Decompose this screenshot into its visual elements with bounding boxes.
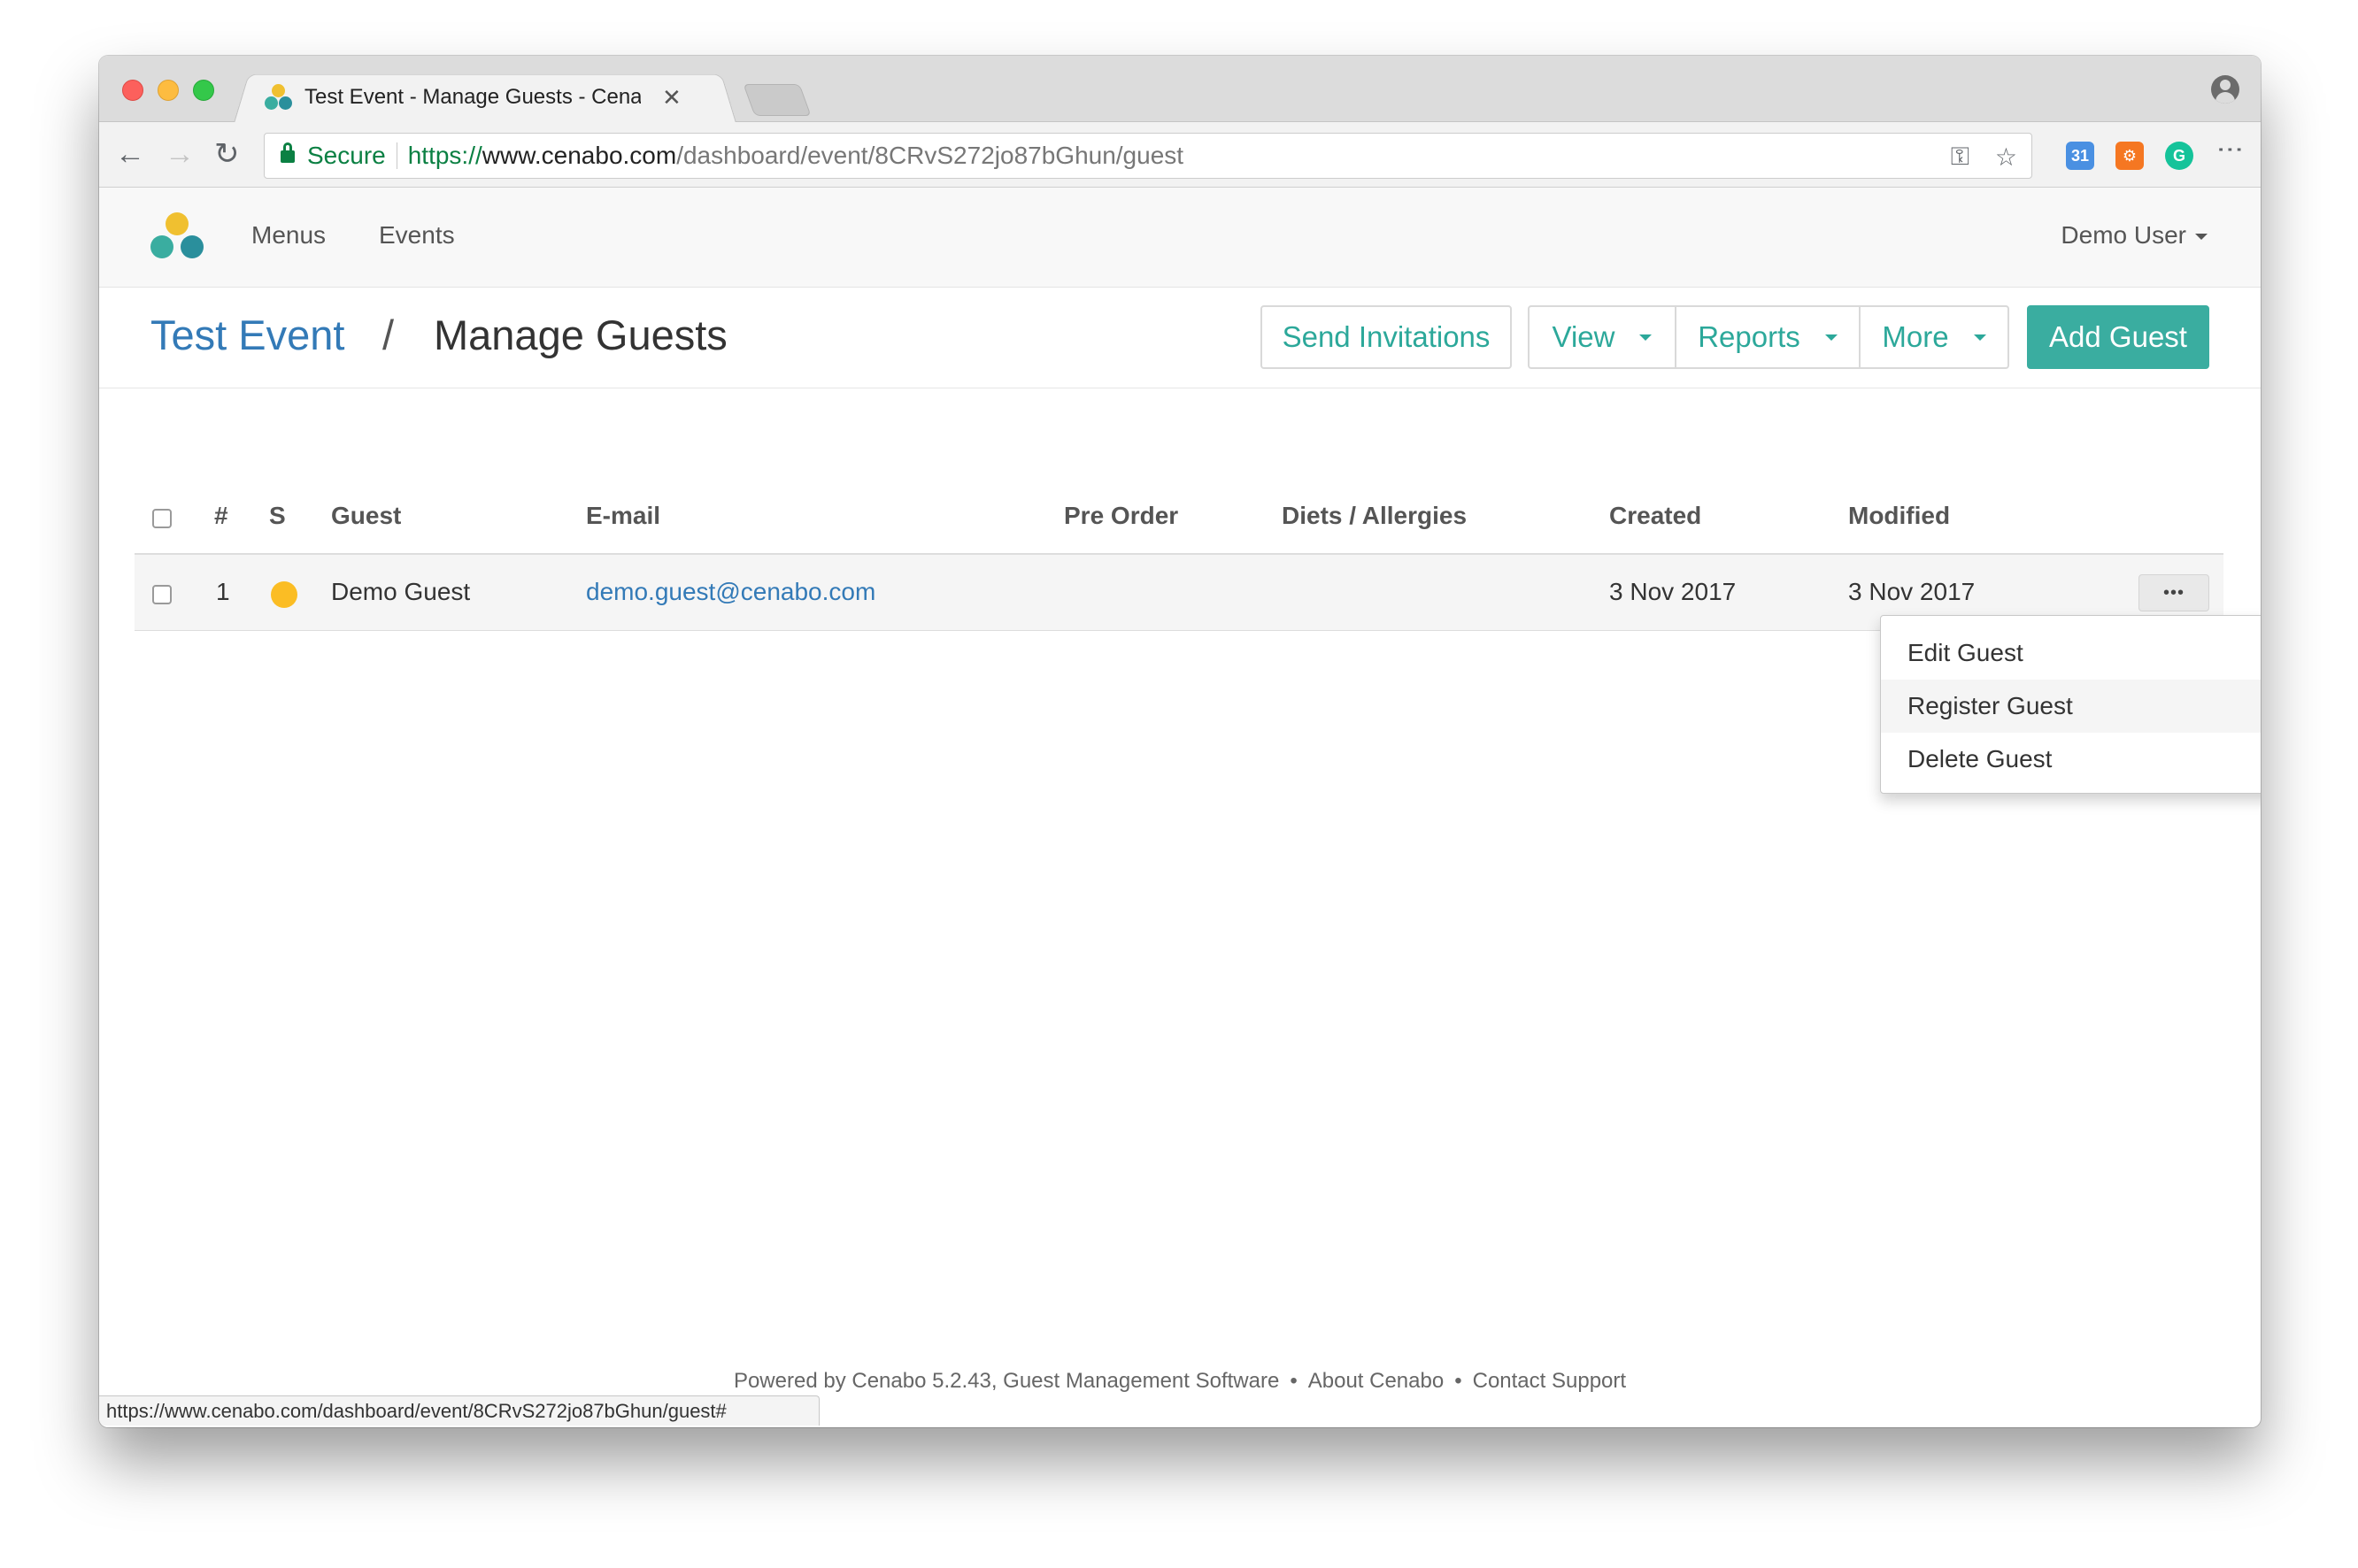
close-window-button[interactable] (122, 80, 143, 101)
add-guest-button[interactable]: Add Guest (2027, 305, 2209, 369)
powered-by-text: Powered by Cenabo 5.2.43, Guest Manageme… (733, 1369, 1280, 1393)
user-menu[interactable]: Demo User (2061, 221, 2208, 250)
send-invitations-button[interactable]: Send Invitations (1260, 305, 1512, 369)
view-label: View (1552, 320, 1615, 353)
page-header: Test Event / Manage Guests Send Invitati… (99, 288, 2261, 388)
register-guest-menu-item[interactable]: Register Guest (1881, 680, 2261, 733)
grammarly-extension-icon[interactable]: G (2165, 142, 2193, 170)
column-header-created[interactable]: Created (1609, 502, 1701, 530)
nav-events-link[interactable]: Events (379, 221, 455, 250)
browser-tab[interactable]: Test Event - Manage Guests - Cenabo ✕ (251, 72, 729, 123)
add-guest-label: Add Guest (2049, 320, 2187, 353)
column-header-email[interactable]: E-mail (586, 502, 660, 530)
column-header-status: S (269, 502, 286, 529)
row-actions-dropdown: Edit Guest Register Guest Delete Guest (1880, 615, 2261, 794)
column-header-diets[interactable]: Diets / Allergies (1282, 502, 1467, 530)
page-title: Manage Guests (434, 311, 728, 358)
row-actions-button[interactable]: ••• (2138, 574, 2209, 611)
delete-guest-label: Delete Guest (1907, 745, 2053, 772)
footer-bullet: • (1290, 1369, 1298, 1393)
column-header-modified[interactable]: Modified (1848, 502, 1950, 530)
modified-date: 3 Nov 2017 (1848, 578, 1976, 605)
url-path: /dashboard/event/8CRvS272jo87bGhun/guest (676, 142, 1184, 169)
browser-status-bar: https://www.cenabo.com/dashboard/event/8… (99, 1395, 820, 1426)
reports-label: Reports (1698, 320, 1800, 353)
nav-menus-link[interactable]: Menus (251, 221, 326, 250)
back-arrow-icon[interactable]: ← (115, 135, 145, 173)
app-navbar: Menus Events Demo User (99, 188, 2261, 288)
guest-email-link[interactable]: demo.guest@cenabo.com (586, 578, 875, 606)
ellipsis-icon: ••• (2162, 582, 2185, 603)
zoom-window-button[interactable] (193, 80, 214, 101)
secure-label: Secure (307, 142, 386, 169)
bookmark-star-icon[interactable]: ☆ (1995, 142, 2017, 172)
chevron-down-icon (1824, 334, 1838, 341)
hubspot-extension-icon[interactable]: ⚙ (2115, 142, 2144, 170)
delete-guest-menu-item[interactable]: Delete Guest (1881, 733, 2261, 786)
more-dropdown-button[interactable]: More (1859, 305, 2009, 369)
breadcrumb-event-link[interactable]: Test Event (150, 311, 344, 359)
browser-menu-icon[interactable]: ⋮ (2215, 136, 2245, 163)
more-label: More (1882, 320, 1949, 353)
register-guest-label: Register Guest (1907, 692, 2073, 719)
column-header-pre-order[interactable]: Pre Order (1064, 502, 1178, 530)
user-name: Demo User (2061, 221, 2186, 249)
reports-dropdown-button[interactable]: Reports (1675, 305, 1861, 369)
send-invitations-label: Send Invitations (1282, 320, 1491, 353)
row-checkbox[interactable] (152, 585, 172, 604)
url-scheme: https:// (407, 142, 482, 169)
tab-strip: Test Event - Manage Guests - Cenabo ✕ (99, 56, 2261, 123)
reload-icon[interactable]: ↻ (214, 135, 240, 173)
chevron-down-icon (1639, 334, 1653, 341)
tab-title: Test Event - Manage Guests - Cenabo (304, 85, 641, 109)
edit-guest-menu-item[interactable]: Edit Guest (1881, 626, 2261, 680)
edit-guest-label: Edit Guest (1907, 639, 2023, 666)
contact-support-link[interactable]: Contact Support (1473, 1369, 1626, 1393)
column-header-guest[interactable]: Guest (331, 502, 401, 530)
forward-arrow-icon[interactable]: → (165, 135, 195, 173)
row-number: 1 (216, 578, 230, 605)
new-tab-button[interactable] (743, 84, 812, 116)
guest-name[interactable]: Demo Guest (331, 578, 470, 606)
url-host: www.cenabo.com (482, 142, 677, 169)
chevron-down-icon (1973, 334, 1986, 341)
browser-toolbar: ← → ↻ Secure https://www.cenabo.com/dash… (99, 122, 2261, 188)
calendar-extension-icon[interactable]: 31 (2066, 142, 2094, 170)
profile-icon[interactable] (2211, 75, 2239, 104)
page-footer: Powered by Cenabo 5.2.43, Guest Manageme… (99, 1369, 2261, 1394)
created-date: 3 Nov 2017 (1609, 578, 1737, 605)
browser-window: Test Event - Manage Guests - Cenabo ✕ ← … (99, 56, 2261, 1427)
lock-icon (281, 142, 295, 164)
view-dropdown-button[interactable]: View (1528, 305, 1676, 369)
about-cenabo-link[interactable]: About Cenabo (1308, 1369, 1444, 1393)
minimize-window-button[interactable] (158, 80, 179, 101)
status-indicator (271, 581, 297, 608)
select-all-checkbox[interactable] (152, 509, 172, 528)
column-header-number: # (214, 502, 228, 529)
tab-close-icon[interactable]: ✕ (662, 84, 682, 111)
cenabo-favicon-icon (264, 82, 294, 112)
cenabo-logo[interactable] (150, 212, 204, 260)
breadcrumb-separator: / (382, 311, 395, 358)
key-icon[interactable]: ⚿ (1951, 142, 1969, 172)
chevron-down-icon (2195, 234, 2208, 241)
footer-bullet: • (1454, 1369, 1462, 1393)
address-bar[interactable]: Secure https://www.cenabo.com/dashboard/… (264, 133, 2032, 179)
